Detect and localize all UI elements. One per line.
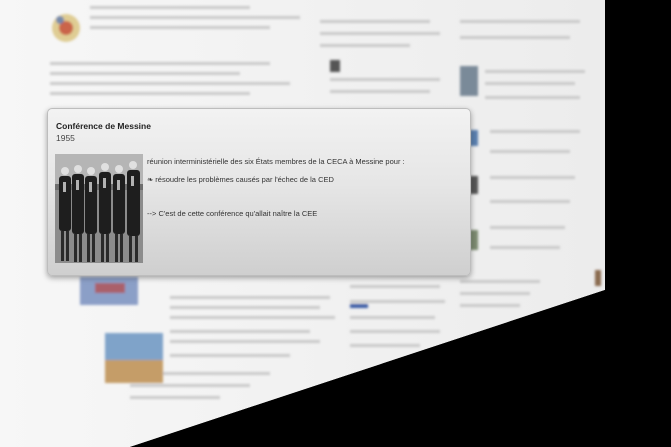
historical-group-photo <box>55 154 143 263</box>
popup-intro-text: réunion interministérielle des six États… <box>147 157 405 166</box>
popup-title: Conférence de Messine <box>56 121 151 131</box>
popup-bullet-text: résoudre les problèmes causés par l'éche… <box>155 175 334 184</box>
popup-outro-text: --> C'est de cette conférence qu'allait … <box>147 209 318 218</box>
popup-bullet-item: ❧ résoudre les problèmes causés par l'éch… <box>147 175 334 184</box>
fleuron-icon: ❧ <box>147 175 154 184</box>
event-popup-card[interactable]: Conférence de Messine 1955 réunion inter… <box>47 108 471 276</box>
popup-year: 1955 <box>56 133 75 143</box>
